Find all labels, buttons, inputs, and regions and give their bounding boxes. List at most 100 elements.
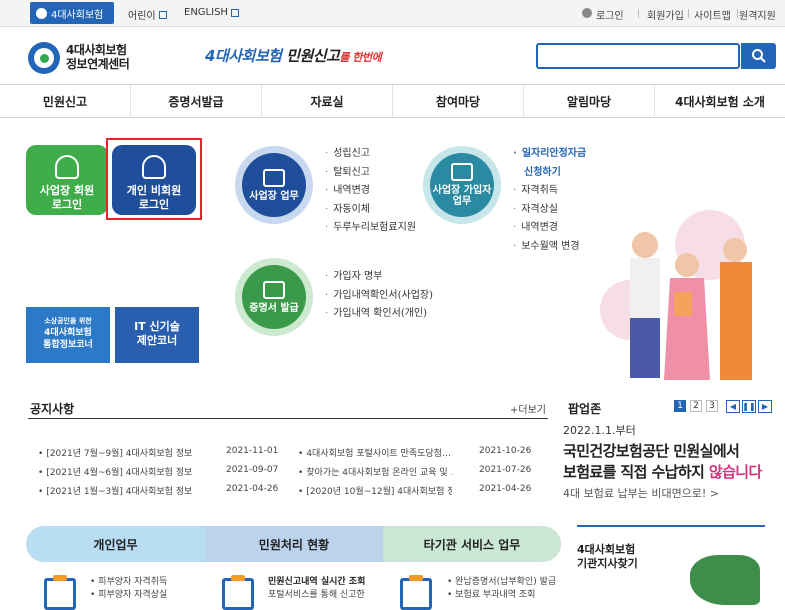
- notice-item-title[interactable]: 4대사회보험 포털사이트 만족도당첨…: [298, 446, 452, 459]
- kids-link[interactable]: 어린이: [128, 7, 167, 22]
- other-agency-item[interactable]: • 완납증명서(납부확인) 발급: [447, 576, 556, 589]
- signup-link[interactable]: 회원가입: [647, 7, 684, 22]
- it-proposal-banner[interactable]: IT 신기술 제안코너: [115, 307, 199, 363]
- subscriber-service-list: 일자리안정자금 신청하기 자격취득 자격상실 내역변경 보수월액 변경: [513, 145, 586, 256]
- subscriber-service-circle[interactable]: 사업장 가입자 업무: [423, 146, 501, 224]
- popup-headline[interactable]: 국민건강보험공단 민원실에서 보험료를 직접 수납하지 않습니다: [563, 441, 762, 483]
- certificate-circle-inner: 증명서 발급: [242, 265, 306, 329]
- it-banner-line-2: 제안코너: [136, 334, 178, 347]
- notice-item-date: 2021-04-26: [479, 484, 532, 494]
- logo-small-icon: [36, 7, 47, 19]
- external-link-icon: [230, 8, 239, 17]
- nav-complaint-report[interactable]: 민원신고: [0, 85, 131, 117]
- popup-page-3[interactable]: 3: [706, 400, 718, 412]
- complaint-status-title[interactable]: 민원신고내역 실시간 조회: [268, 576, 365, 589]
- notice-row: [2021년 1월~3월] 4대사회보험 정보… 2021-04-26 [202…: [38, 484, 551, 497]
- business-login-line-1: 사업장 회원: [39, 184, 95, 197]
- subscriber-item[interactable]: 보수월액 변경: [513, 238, 586, 257]
- english-link[interactable]: ENGLISH: [184, 7, 239, 18]
- notice-item-title[interactable]: [2021년 7월~9월] 4대사회보험 정보…: [38, 446, 192, 459]
- subscriber-label-2: 업무: [452, 196, 472, 207]
- search-button[interactable]: [741, 43, 776, 69]
- nav-resources[interactable]: 자료실: [262, 85, 393, 117]
- slogan-part-a: 4대사회보험: [205, 47, 282, 65]
- notice-more-link[interactable]: +더보기: [510, 401, 546, 416]
- subscriber-circle-inner: 사업장 가입자 업무: [430, 153, 494, 217]
- nav-notices[interactable]: 알림마당: [524, 85, 655, 117]
- nav-participation[interactable]: 참여마당: [393, 85, 524, 117]
- top-tab-label: 4대사회보험: [51, 9, 104, 21]
- lock-icon: [582, 8, 592, 18]
- popup-headline-line-1: 국민건강보험공단 민원실에서: [563, 442, 740, 460]
- smb-banner-line-2: 4대사회보험: [44, 328, 92, 338]
- complaint-status-text: 민원신고내역 실시간 조회 포털서비스를 통해 신고한: [268, 576, 365, 602]
- notice-item-date: 2021-09-07: [226, 465, 279, 475]
- document-icon: [400, 575, 432, 610]
- employment-fund-apply-link[interactable]: 신청하기: [513, 164, 586, 183]
- workplace-item[interactable]: 자동이체: [325, 201, 416, 220]
- tab-personal-work[interactable]: 개인업무: [26, 526, 205, 562]
- workplace-service-list: 성립신고 탈퇴신고 내역변경 자동이체 두루누리보험료지원: [325, 145, 416, 238]
- subscriber-label-1: 사업장 가입자: [432, 185, 492, 196]
- search-input[interactable]: [536, 43, 740, 69]
- next-arrow-icon[interactable]: ▶: [758, 400, 772, 413]
- workplace-item[interactable]: 두루누리보험료지원: [325, 219, 416, 238]
- branch-finder-line-2: 기관지사찾기: [577, 557, 638, 570]
- notice-item-date: 2021-04-26: [226, 484, 279, 494]
- certificate-item[interactable]: 가입내역확인서(사업장): [325, 287, 433, 306]
- workplace-item[interactable]: 탈퇴신고: [325, 164, 416, 183]
- popup-page-1[interactable]: 1: [674, 400, 686, 412]
- certificate-item[interactable]: 가입자 명부: [325, 268, 433, 287]
- other-agency-item[interactable]: • 보험료 부과내역 조회: [447, 589, 556, 602]
- workplace-item[interactable]: 성립신고: [325, 145, 416, 164]
- nav-about[interactable]: 4대사회보험 소개: [655, 85, 785, 117]
- english-link-label: ENGLISH: [184, 7, 228, 18]
- branch-finder-line-1: 4대사회보험: [577, 543, 636, 556]
- certificate-service-circle[interactable]: 증명서 발급: [235, 258, 313, 336]
- certificate-item[interactable]: 가입내역 확인서(개인): [325, 305, 433, 324]
- remote-support-link[interactable]: 원격지원: [739, 7, 776, 22]
- subscriber-item[interactable]: 내역변경: [513, 219, 586, 238]
- sitemap-link[interactable]: 사이트맵: [694, 7, 731, 22]
- notice-item-title[interactable]: 찾아가는 4대사회보험 온라인 교육 및 …: [298, 465, 452, 478]
- notice-row: [2021년 7월~9월] 4대사회보험 정보… 2021-11-01 4대사회…: [38, 446, 551, 459]
- main-navigation: 민원신고 증명서발급 자료실 참여마당 알림마당 4대사회보험 소개: [0, 84, 785, 118]
- selection-highlight: [106, 138, 202, 220]
- notice-item-title[interactable]: [2021년 1월~3월] 4대사회보험 정보…: [38, 484, 192, 497]
- notice-item-date: 2021-07-26: [479, 465, 532, 475]
- subscriber-item[interactable]: 자격취득: [513, 182, 586, 201]
- pause-icon[interactable]: ❚❚: [742, 400, 756, 413]
- kids-link-label: 어린이: [128, 11, 156, 22]
- employment-fund-link[interactable]: 일자리안정자금: [513, 145, 586, 164]
- tab-other-agency[interactable]: 타기관 서비스 업무: [383, 526, 561, 562]
- business-login-button[interactable]: 사업장 회원 로그인: [26, 145, 108, 215]
- notice-divider: [28, 418, 548, 419]
- checklist-icon: [222, 575, 254, 610]
- login-link[interactable]: 로그인: [596, 7, 624, 22]
- notice-item-title[interactable]: [2021년 4월~6월] 4대사회보험 정보…: [38, 465, 192, 478]
- top-tab-4insurance[interactable]: 4대사회보험: [30, 2, 114, 24]
- notice-row: [2021년 4월~6월] 4대사회보험 정보… 2021-09-07 찾아가는…: [38, 465, 551, 478]
- notice-item-title[interactable]: [2020년 10월~12월] 4대사회보험 정보…: [298, 484, 452, 497]
- korea-map-icon[interactable]: [690, 555, 760, 605]
- external-link-icon: [158, 10, 167, 19]
- site-logo-icon[interactable]: [28, 42, 60, 74]
- smb-info-banner[interactable]: 소상공인을 위한 4대사회보험 통합정보코너: [26, 307, 110, 363]
- popup-page-2[interactable]: 2: [690, 400, 702, 412]
- prev-arrow-icon[interactable]: ◀: [726, 400, 740, 413]
- popup-headline-line-2b: 않습니다: [708, 463, 762, 481]
- logo-line-1: 4대사회보험: [66, 43, 127, 57]
- notice-item-date: 2021-10-26: [479, 446, 532, 456]
- branch-finder-title[interactable]: 4대사회보험 기관지사찾기: [577, 543, 638, 571]
- popup-subtext-link[interactable]: 4대 보험료 납부는 비대면으로! >: [563, 485, 719, 501]
- workplace-item[interactable]: 내역변경: [325, 182, 416, 201]
- personal-work-item[interactable]: • 피부양자 자격취득: [90, 576, 167, 589]
- nav-certificate[interactable]: 증명서발급: [131, 85, 262, 117]
- document-stack-icon: [263, 280, 285, 299]
- site-logo-text[interactable]: 4대사회보험 정보연계센터: [66, 43, 130, 71]
- workplace-service-circle[interactable]: 사업장 업무: [235, 146, 313, 224]
- subscriber-item[interactable]: 자격상실: [513, 201, 586, 220]
- certificate-service-list: 가입자 명부 가입내역확인서(사업장) 가입내역 확인서(개인): [325, 268, 433, 324]
- personal-work-item[interactable]: • 피부양자 자격상실: [90, 589, 167, 602]
- tab-complaint-status[interactable]: 민원처리 현황: [205, 526, 383, 562]
